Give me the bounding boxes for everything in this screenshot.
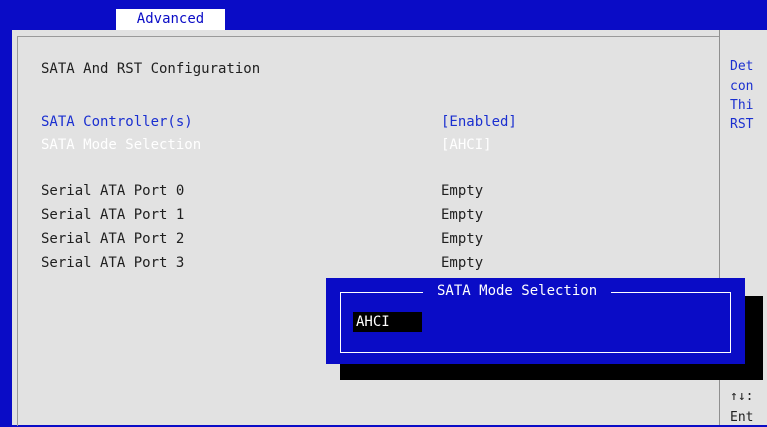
port-label-0: Serial ATA Port 0 — [41, 183, 185, 199]
help-text-line: Det — [730, 59, 754, 74]
help-text-line: RST — [730, 117, 754, 132]
port-label-2: Serial ATA Port 2 — [41, 231, 185, 247]
setting-label-sata-mode-selection[interactable]: SATA Mode Selection — [41, 136, 201, 154]
section-title: SATA And RST Configuration — [41, 61, 261, 77]
port-value-0: Empty — [441, 183, 484, 199]
key-help-line: Ent — [730, 410, 754, 425]
setting-value-sata-mode-selection[interactable]: [AHCI] — [441, 136, 492, 154]
popup-dialog: SATA Mode Selection AHCI — [326, 278, 745, 364]
port-label-1: Serial ATA Port 1 — [41, 207, 185, 223]
port-value-3: Empty — [441, 255, 484, 271]
help-text-line: con — [730, 79, 754, 94]
popup-option-ahci[interactable]: AHCI — [353, 312, 422, 332]
port-value-2: Empty — [441, 231, 484, 247]
tab-advanced[interactable]: Advanced — [116, 9, 225, 30]
port-value-1: Empty — [441, 207, 484, 223]
setting-value-sata-controller[interactable]: [Enabled] — [441, 113, 517, 131]
key-help-line: ↑↓: — [730, 389, 754, 404]
setting-label-sata-controller[interactable]: SATA Controller(s) — [41, 113, 193, 131]
menu-bar: Advanced — [0, 0, 767, 30]
port-label-3: Serial ATA Port 3 — [41, 255, 185, 271]
help-text-line: Thi — [730, 98, 754, 113]
popup-title: SATA Mode Selection — [423, 281, 612, 301]
